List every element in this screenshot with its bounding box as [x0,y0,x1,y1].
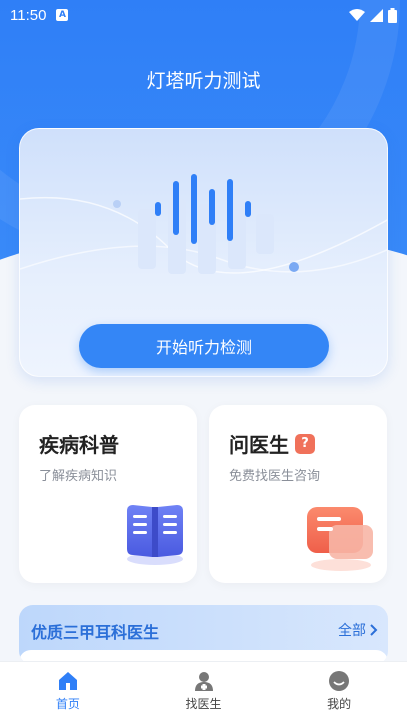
app-title: 灯塔听力测试 [146,70,261,92]
status-bar: 11:50 A [0,0,407,30]
status-time: 11:50 [10,6,47,24]
feature-title: 疾病科普 [39,433,119,457]
notification-a-icon: A [56,9,69,21]
quality-doctors-section: 优质三甲耳科医生 全部 [19,605,388,665]
book-icon [127,505,183,565]
chevron-right-icon [370,624,378,636]
tab-find-doctor[interactable]: 找医生 [136,662,272,723]
start-hearing-test-button[interactable]: 开始听力检测 [79,324,329,368]
sound-wave-illustration [20,174,387,274]
question-badge: ? [295,433,315,454]
chat-icon [307,507,373,571]
feature-subtitle: 了解疾病知识 [39,469,118,484]
view-all-link[interactable]: 全部 [338,620,378,640]
profile-icon [329,671,350,691]
status-icons [349,7,397,23]
tab-home[interactable]: 首页 [0,662,136,723]
battery-icon [388,7,397,23]
feature-card-ask-doctor[interactable]: 问医生 ? 免费找医生咨询 [209,405,387,583]
wifi-icon [349,8,365,21]
home-icon [58,672,77,690]
feature-card-disease-science[interactable]: 疾病科普 了解疾病知识 [19,405,197,583]
feature-title: 问医生 ? [229,429,315,458]
signal-icon [370,8,383,22]
feature-subtitle: 免费找医生咨询 [229,469,321,484]
bottom-tab-bar: 首页 找医生 我的 [0,661,407,723]
hearing-test-card: 开始听力检测 [19,128,388,377]
section-title: 优质三甲耳科医生 [31,623,160,642]
doctor-icon [194,672,213,691]
tab-profile[interactable]: 我的 [271,662,407,723]
